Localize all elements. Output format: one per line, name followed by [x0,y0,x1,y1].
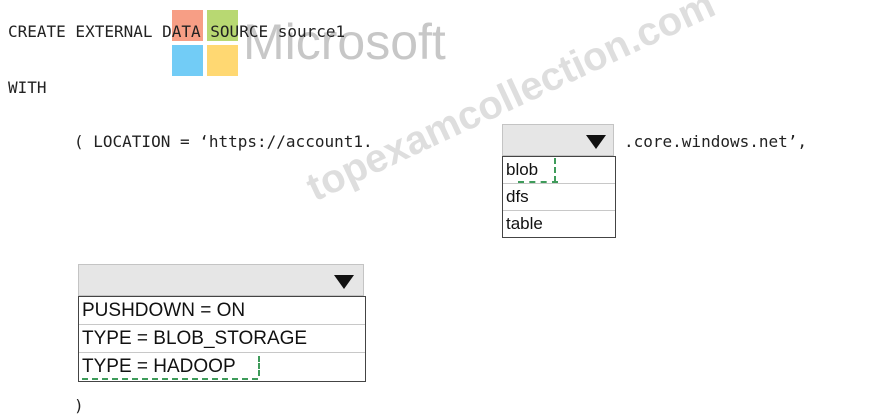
storage-endpoint-dropdown[interactable]: blob dfs table [502,124,616,238]
code-line-with: WITH [8,78,47,97]
answer-highlight-bottom [82,378,258,380]
answer-highlight-right [554,158,556,182]
chevron-down-icon[interactable] [334,275,354,289]
code-line-location-suffix: .core.windows.net’, [624,132,808,151]
connection-option-options: PUSHDOWN = ON TYPE = BLOB_STORAGE TYPE =… [78,296,366,382]
option-pushdown-on[interactable]: PUSHDOWN = ON [79,297,365,325]
option-type-blob-storage[interactable]: TYPE = BLOB_STORAGE [79,325,365,353]
logo-square-blue [172,45,203,76]
option-type-hadoop[interactable]: TYPE = HADOOP [79,353,365,381]
logo-square-yellow [207,45,238,76]
chevron-down-icon[interactable] [586,135,606,149]
answer-highlight-right [258,356,260,376]
answer-highlight-bottom [518,181,558,183]
option-blob[interactable]: blob [503,157,615,184]
code-line-close: ) [74,396,84,415]
connection-option-dropdown-header[interactable] [78,264,364,296]
code-line-create: CREATE EXTERNAL DATA SOURCE source1 [8,22,346,41]
code-line-location-prefix: ( LOCATION = ‘https://account1. [74,132,373,151]
storage-endpoint-options: blob dfs table [502,156,616,238]
option-table[interactable]: table [503,211,615,238]
option-dfs[interactable]: dfs [503,184,615,211]
microsoft-logo-watermark [172,10,238,76]
connection-option-dropdown[interactable]: PUSHDOWN = ON TYPE = BLOB_STORAGE TYPE =… [78,264,366,382]
